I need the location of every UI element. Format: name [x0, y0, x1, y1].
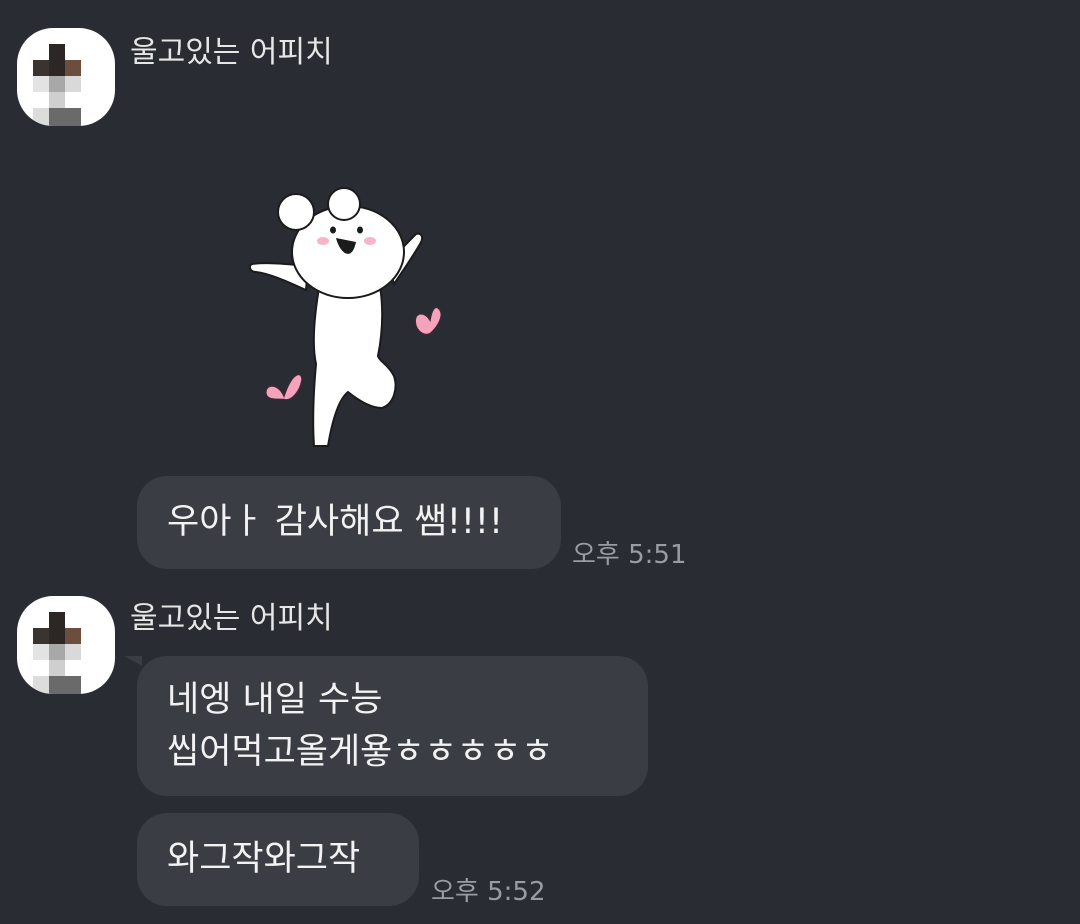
message-text: 와그작와그작	[167, 839, 361, 879]
bubble-tail	[124, 656, 142, 666]
message-text-line: 씹어먹고올게욯ㅎㅎㅎㅎㅎ	[167, 732, 554, 772]
sender-name: 울고있는 어피치	[130, 35, 333, 70]
profile-avatar[interactable]	[17, 596, 115, 694]
message-bubble[interactable]: 우아ㅏ 감사해요 쌤!!!!	[137, 476, 561, 569]
pink-heart-icon	[265, 373, 303, 401]
chat-screen: 울고있는 어피치 우아ㅏ 감사해요 쌤!!!! 오후 5:51 울고있는 어피치…	[0, 0, 1080, 924]
message-text-line: 네엥 내일 수능	[167, 680, 383, 720]
sender-name: 울고있는 어피치	[130, 601, 333, 636]
profile-avatar[interactable]	[17, 28, 115, 126]
pink-heart-icon	[414, 306, 443, 336]
message-bubble[interactable]: 와그작와그작	[137, 813, 419, 906]
message-bubble[interactable]: 네엥 내일 수능 씹어먹고올게욯ㅎㅎㅎㅎㅎ	[137, 656, 648, 796]
message-time: 오후 5:52	[431, 877, 546, 907]
white-bear-cheering-sticker[interactable]	[248, 186, 452, 452]
message-time: 오후 5:51	[572, 540, 687, 570]
message-text: 우아ㅏ 감사해요 쌤!!!!	[167, 502, 503, 542]
